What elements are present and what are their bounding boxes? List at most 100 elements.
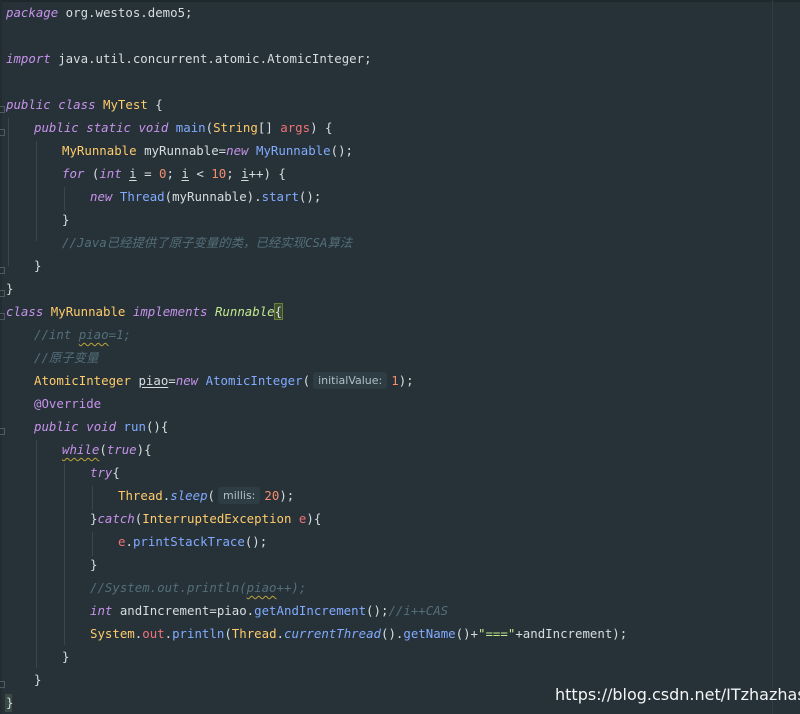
number-literal: 0	[159, 166, 167, 181]
method-name: println	[172, 626, 225, 641]
parameter: args	[280, 120, 311, 135]
code-line[interactable]: }	[6, 692, 13, 714]
code-line[interactable]: AtomicInteger piao=new AtomicInteger(ini…	[34, 370, 414, 392]
code-line[interactable]: //System.out.println(piao++);	[90, 577, 306, 599]
keyword: new	[175, 373, 199, 388]
code-text: ()+	[455, 626, 478, 641]
code-text: .	[276, 626, 285, 641]
keyword: import	[6, 51, 51, 66]
code-line[interactable]: import java.util.concurrent.atomic.Atomi…	[6, 48, 372, 70]
fold-marker-icon[interactable]	[0, 428, 5, 435]
code-line[interactable]: public static void main(String[] args) {	[34, 117, 332, 139]
fold-marker-icon[interactable]	[0, 313, 5, 320]
indent-guide	[64, 463, 65, 645]
variable: i	[129, 166, 137, 181]
code-line[interactable]: //Java已经提供了原子变量的类，已经实现CSA算法	[62, 232, 352, 254]
code-line[interactable]: System.out.println(Thread.currentThread(…	[90, 623, 627, 645]
code-line[interactable]: public class MyTest {	[6, 94, 163, 116]
code-line[interactable]: }	[62, 209, 69, 231]
code-line[interactable]: public void run(){	[34, 416, 168, 438]
code-text: =	[168, 373, 176, 388]
keyword: new	[226, 143, 249, 158]
code-line[interactable]: for (int i = 0; i < 10; i++) {	[62, 163, 286, 185]
code-line[interactable]: new Thread(myRunnable).start();	[90, 186, 321, 208]
comment: ++);	[276, 580, 307, 595]
code-line[interactable]: package org.westos.demo5;	[6, 2, 193, 24]
code-line[interactable]: }	[62, 646, 69, 668]
code-text: org.westos.demo5;	[58, 5, 193, 20]
code-text: (	[205, 120, 214, 135]
comment: //System.out.println(	[90, 580, 247, 595]
indent-guide	[92, 532, 93, 556]
code-line[interactable]: }catch(InterruptedException e){	[90, 508, 321, 530]
code-text: myRunnable=	[136, 143, 227, 158]
code-text: (	[302, 373, 311, 388]
keyword: package	[6, 5, 59, 20]
code-text: }	[62, 212, 70, 227]
code-line[interactable]: int andIncrement=piao.getAndIncrement();…	[90, 600, 448, 622]
keyword: static	[86, 120, 131, 135]
code-line[interactable]: }	[34, 669, 41, 691]
code-line[interactable]: }	[6, 278, 13, 300]
indent-guide	[8, 118, 9, 266]
code-line[interactable]: try{	[90, 462, 120, 484]
code-line[interactable]: }	[90, 554, 97, 576]
keyword: class	[6, 304, 44, 319]
code-line[interactable]: //原子变量	[34, 347, 98, 369]
keyword: void	[138, 120, 169, 135]
right-margin-guide	[772, 0, 773, 714]
class-name: MyRunnable	[50, 304, 126, 319]
class-name: AtomicInteger	[205, 373, 303, 388]
keyword: true	[106, 442, 137, 457]
code-editor[interactable]: package org.westos.demo5; import java.ut…	[0, 0, 800, 714]
fold-marker-icon[interactable]	[0, 106, 5, 113]
code-text: ();	[298, 189, 322, 204]
keyword: implements	[132, 304, 208, 319]
code-text: ){	[136, 442, 152, 457]
class-name: MyTest	[103, 97, 148, 112]
code-line[interactable]: while(true){	[62, 439, 152, 461]
code-text: (	[99, 442, 107, 457]
code-line[interactable]: //int piao=1;	[34, 324, 131, 346]
code-line[interactable]: class MyRunnable implements Runnable{	[6, 301, 284, 323]
comment: piao	[78, 327, 109, 342]
code-text: []	[257, 120, 281, 135]
type-name: System	[90, 626, 135, 641]
indent-guide	[36, 141, 37, 241]
keyword: public	[34, 120, 79, 135]
keyword: int	[90, 603, 113, 618]
code-text: }	[62, 649, 70, 664]
code-line[interactable]: @Override	[34, 393, 101, 415]
indent-guide	[92, 486, 93, 510]
code-line[interactable]: }	[34, 255, 41, 277]
parameter-hint: millis:	[218, 487, 261, 504]
keyword: new	[90, 189, 113, 204]
method-name: printStackTrace	[132, 534, 245, 549]
keyword: public	[6, 97, 51, 112]
code-text: );	[398, 373, 414, 388]
fold-marker-icon[interactable]	[0, 129, 5, 136]
code-text: (){	[145, 419, 169, 434]
fold-marker-icon[interactable]	[0, 267, 5, 274]
code-line[interactable]: Thread.sleep(millis: 20);	[118, 485, 294, 507]
code-text: ) {	[310, 120, 333, 135]
keyword: while	[62, 442, 100, 457]
code-line[interactable]: e.printStackTrace();	[118, 531, 267, 553]
type-name: InterruptedException	[142, 511, 292, 526]
fold-marker-icon[interactable]	[0, 681, 5, 688]
comment: //Java已经提供了原子变量的类，已经实现CSA算法	[62, 235, 353, 250]
code-text: }	[6, 695, 14, 710]
code-line[interactable]: MyRunnable myRunnable=new MyRunnable();	[62, 140, 353, 162]
class-name: MyRunnable	[256, 143, 331, 158]
type-name: String	[213, 120, 258, 135]
type-name: Thread	[231, 626, 277, 641]
code-text: ){	[306, 511, 322, 526]
code-text: .	[125, 534, 133, 549]
fold-marker-icon[interactable]	[0, 290, 5, 297]
code-text: );	[279, 488, 295, 503]
code-text: }	[34, 672, 42, 687]
code-text: ();	[366, 603, 389, 618]
code-text: (myRunnable).	[164, 189, 262, 204]
parameter-hint: initialValue:	[313, 372, 388, 389]
number-literal: 10	[211, 166, 227, 181]
